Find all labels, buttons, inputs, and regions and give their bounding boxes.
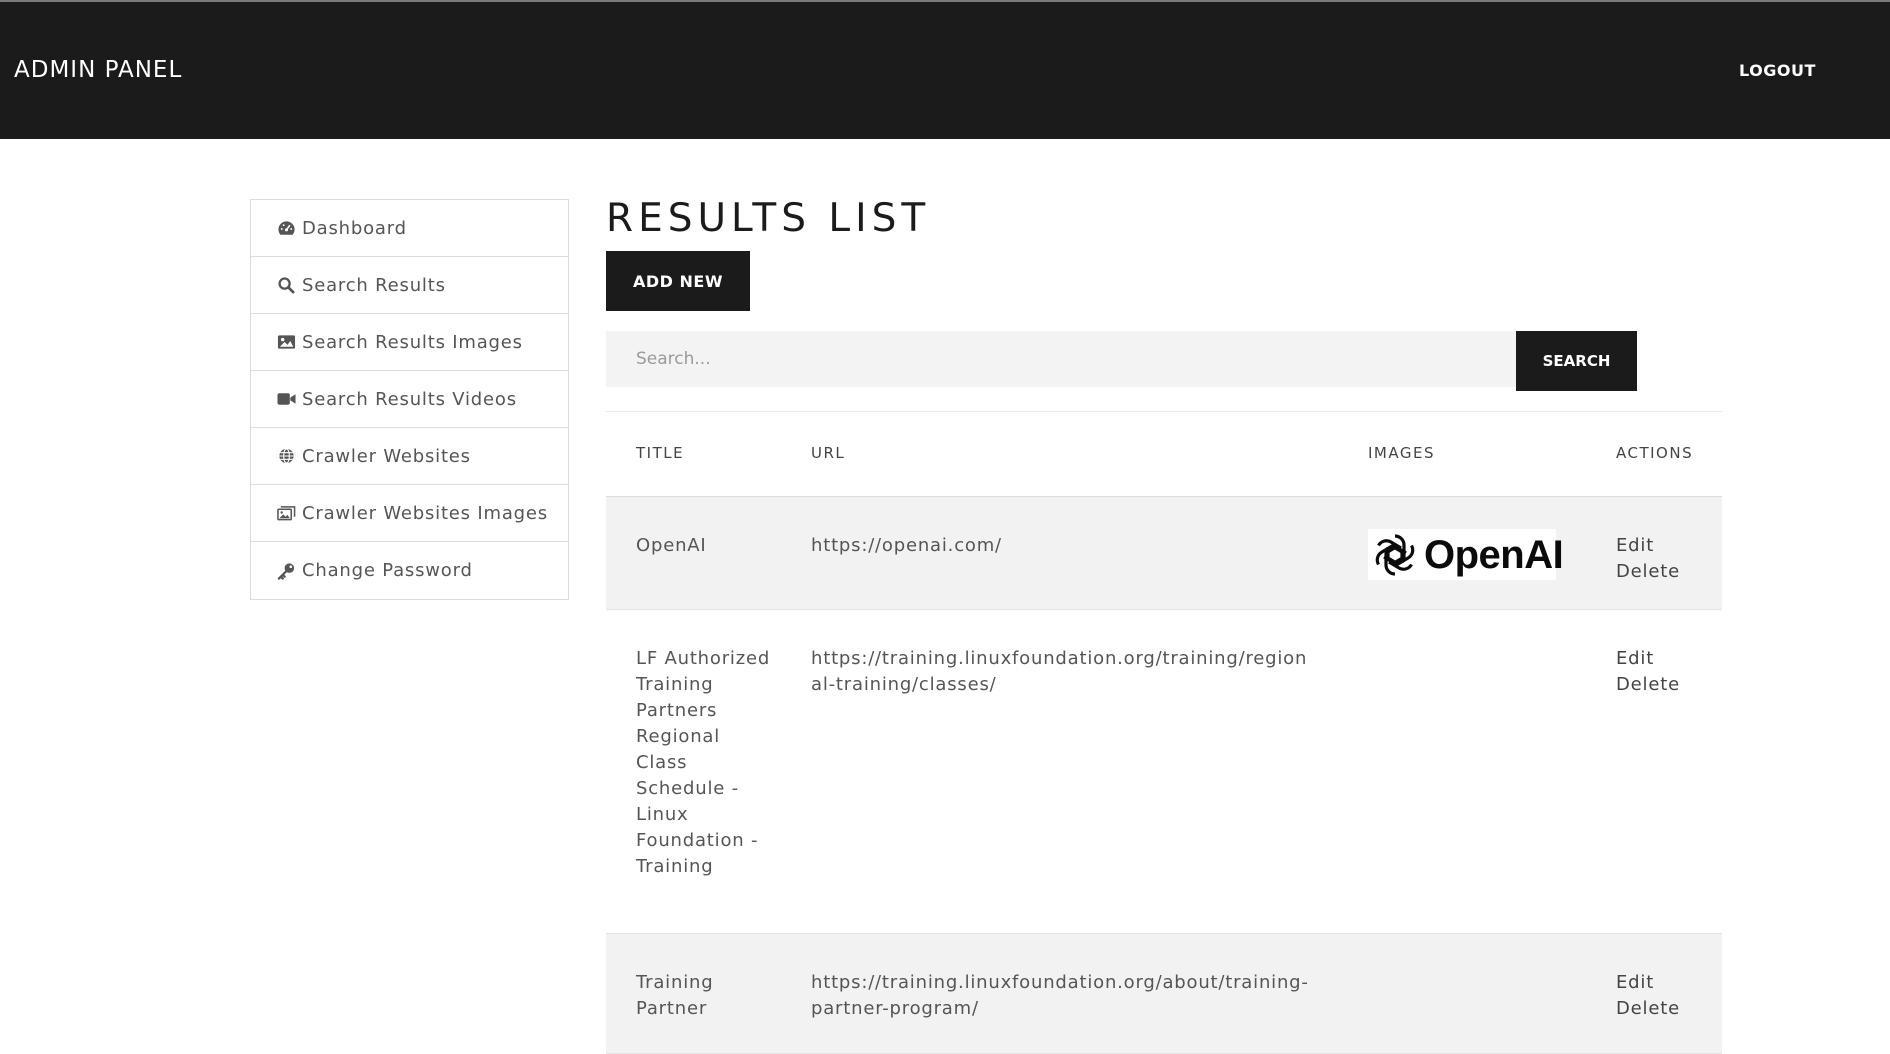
page-title: RESULTS LIST (606, 196, 931, 241)
sidebar-item-crawler-websites[interactable]: Crawler Websites (251, 428, 568, 485)
openai-logo-image: OpenAI (1368, 529, 1564, 580)
edit-link[interactable]: Edit (1616, 533, 1716, 559)
logout-link[interactable]: LOGOUT (1739, 61, 1816, 80)
row-actions: Edit Delete (1616, 533, 1716, 585)
sidebar-item-search-results-videos[interactable]: Search Results Videos (251, 371, 568, 428)
row-title: OpenAI (636, 535, 707, 556)
brand-title[interactable]: ADMIN PANEL (14, 57, 182, 83)
row-url: https://training.linuxfoundation.org/abo… (811, 972, 1309, 1019)
edit-link[interactable]: Edit (1616, 646, 1716, 672)
search-icon (276, 276, 297, 294)
sidebar-item-label: Change Password (302, 560, 473, 581)
delete-link[interactable]: Delete (1616, 996, 1716, 1022)
sidebar-item-label: Search Results Images (302, 331, 523, 353)
sidebar-item-label: Crawler Websites Images (302, 502, 548, 524)
row-actions: Edit Delete (1616, 646, 1716, 698)
table-row: OpenAI https://openai.com/ OpenAI Edit D… (606, 497, 1722, 610)
results-table: TITLE URL IMAGES ACTIONS OpenAI https://… (606, 411, 1722, 1054)
gauge-icon (276, 219, 297, 237)
sidebar-item-crawler-websites-images[interactable]: Crawler Websites Images (251, 485, 568, 542)
table-row: LF Authorized Training Partners Regional… (606, 610, 1722, 934)
key-icon (276, 562, 297, 580)
sidebar-item-change-password[interactable]: Change Password (251, 542, 568, 599)
column-header-actions: ACTIONS (1616, 444, 1694, 462)
openai-knot-icon (1370, 530, 1420, 580)
sidebar-item-label: Dashboard (302, 217, 407, 239)
sidebar-item-label: Crawler Websites (302, 445, 471, 467)
globe-icon (276, 447, 297, 465)
openai-logo-wordmark: OpenAI (1424, 532, 1564, 577)
search-input[interactable] (606, 331, 1516, 387)
table-row: Training Partner https://training.linuxf… (606, 934, 1722, 1054)
sidebar-item-search-results-images[interactable]: Search Results Images (251, 314, 568, 371)
video-icon (276, 390, 297, 408)
column-header-images: IMAGES (1368, 444, 1435, 462)
images-icon (276, 504, 297, 522)
edit-link[interactable]: Edit (1616, 970, 1716, 996)
top-navbar: ADMIN PANEL LOGOUT (0, 2, 1890, 139)
row-url: https://training.linuxfoundation.org/tra… (811, 648, 1308, 695)
column-header-url: URL (811, 444, 846, 462)
sidebar-item-dashboard[interactable]: Dashboard (251, 200, 568, 257)
row-title: LF Authorized Training Partners Regional… (636, 648, 771, 877)
column-header-title: TITLE (636, 444, 685, 462)
row-image: OpenAI (1368, 529, 1564, 580)
row-url: https://openai.com/ (811, 535, 1002, 556)
row-actions: Edit Delete (1616, 970, 1716, 1022)
image-icon (276, 333, 297, 351)
delete-link[interactable]: Delete (1616, 672, 1716, 698)
search-button[interactable]: SEARCH (1516, 331, 1637, 391)
sidebar-item-label: Search Results Videos (302, 388, 517, 410)
add-new-button[interactable]: ADD NEW (606, 251, 750, 311)
row-title: Training Partner (636, 972, 714, 1019)
table-header: TITLE URL IMAGES ACTIONS (606, 412, 1722, 497)
sidebar-item-search-results[interactable]: Search Results (251, 257, 568, 314)
sidebar-item-label: Search Results (302, 274, 446, 296)
delete-link[interactable]: Delete (1616, 559, 1716, 585)
sidebar-menu: Dashboard Search Results Search Results … (250, 199, 569, 600)
